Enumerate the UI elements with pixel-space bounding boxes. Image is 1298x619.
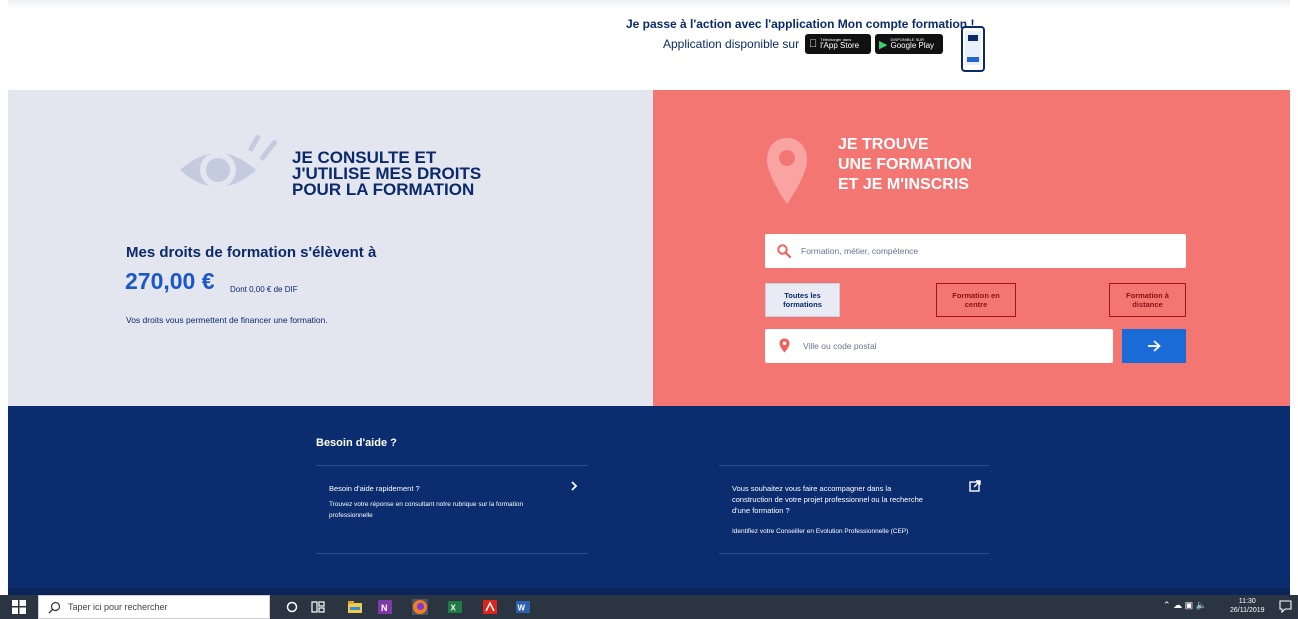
help-card-quick-title: Besoin d'aide rapidement ? [329, 484, 420, 493]
footer-bottom-strip [8, 588, 1290, 595]
firefox-icon[interactable] [412, 599, 428, 615]
app-store-badge[interactable]:  Télécharger dans l'App Store [805, 34, 871, 54]
taskbar-clock[interactable]: 11:30 26/11/2019 [1230, 597, 1265, 615]
tray-chevron-up-icon[interactable]: ⌃ [1163, 600, 1171, 610]
task-view-icon[interactable] [310, 599, 326, 615]
external-link-icon [969, 480, 981, 492]
app-store-text: Télécharger dans l'App Store [820, 38, 859, 50]
search-heading: JE TROUVE UNE FORMATION ET JE M'INSCRIS [838, 135, 972, 195]
help-card-cep-body: Identifiez votre Conseiller en Evolution… [732, 528, 909, 535]
play-icon: ▶ [879, 38, 888, 51]
file-explorer-icon[interactable] [347, 599, 363, 615]
svg-text:W: W [518, 604, 526, 613]
help-card-quick-body: Trouvez votre réponse en consultant notr… [329, 501, 524, 519]
search-panel: JE TROUVE UNE FORMATION ET JE M'INSCRIS … [653, 90, 1290, 406]
help-card-quick[interactable]: Besoin d'aide rapidement ? Trouvez votre… [316, 465, 588, 554]
search-heading-line-3: ET JE M'INSCRIS [838, 176, 969, 193]
eye-icon [180, 134, 277, 188]
cortana-icon[interactable] [284, 599, 300, 615]
excel-icon[interactable]: X [447, 599, 463, 615]
rights-panel: JE CONSULTE ET J'UTILISE MES DROITS POUR… [8, 90, 653, 406]
search-submit-button[interactable] [1122, 329, 1186, 363]
apple-icon:  [809, 38, 817, 50]
search-heading-line-1: JE TROUVE [838, 136, 929, 153]
rights-description: Vos droits vous permettent de financer u… [126, 315, 328, 325]
chevron-right-icon [571, 481, 578, 491]
taskbar-search-placeholder: Taper ici pour rechercher [68, 602, 168, 612]
search-icon [48, 601, 61, 614]
filter-all-trainings-button[interactable]: Toutes les formations [765, 283, 840, 317]
system-tray[interactable]: ⌃ ☁ ▣ 🔈 [1163, 600, 1223, 614]
volume-icon[interactable]: 🔈 [1196, 600, 1207, 610]
acrobat-icon[interactable] [482, 599, 498, 615]
phone-icon [961, 26, 985, 72]
dif-amount: Dont 0,00 € de DIF [230, 285, 298, 294]
taskbar-search[interactable]: Taper ici pour rechercher [38, 595, 270, 619]
rights-amount: 270,00 € [125, 268, 215, 294]
rights-title: Mes droits de formation s'élèvent à [126, 244, 377, 261]
notification-center-icon[interactable] [1279, 600, 1292, 613]
city-input[interactable] [803, 338, 1103, 354]
app-store-big: l'App Store [812, 41, 859, 50]
location-icon [779, 338, 790, 353]
google-play-text: DISPONIBLE SUR Google Play [890, 38, 934, 50]
search-heading-line-2: UNE FORMATION [838, 156, 972, 173]
rights-heading-line-3: POUR LA FORMATION [292, 180, 475, 199]
training-search-input[interactable] [801, 243, 1171, 259]
svg-text:X: X [451, 604, 457, 613]
top-shadow [8, 0, 1290, 10]
filter-centre-button[interactable]: Formation en centre [936, 283, 1016, 317]
svg-text:N: N [381, 603, 388, 613]
clock-date: 26/11/2019 [1230, 607, 1265, 614]
onedrive-icon[interactable]: ☁ [1173, 600, 1182, 610]
windows-taskbar: Taper ici pour rechercher N X W ⌃ ☁ ▣ 🔈 … [0, 595, 1298, 619]
help-card-cep-title: Vous souhaitez vous faire accompagner da… [732, 484, 923, 515]
help-title: Besoin d'aide ? [316, 437, 397, 449]
arrow-right-icon [1148, 340, 1161, 352]
word-icon[interactable]: W [515, 599, 531, 615]
page: Je passe à l'action avec l'application M… [0, 0, 1298, 619]
location-pin-icon [767, 138, 807, 204]
network-icon[interactable]: ▣ [1185, 600, 1194, 610]
onenote-icon[interactable]: N [377, 599, 393, 615]
app-banner-title: Je passe à l'action avec l'application M… [626, 17, 975, 31]
city-search-box [765, 329, 1113, 363]
filter-distance-button[interactable]: Formation à distance [1109, 283, 1186, 317]
training-search-box [765, 234, 1186, 268]
help-card-cep[interactable]: Vous souhaitez vous faire accompagner da… [719, 465, 989, 554]
search-icon [777, 244, 791, 258]
google-play-big: Google Play [890, 41, 935, 50]
google-play-badge[interactable]: ▶ DISPONIBLE SUR Google Play [875, 34, 943, 54]
help-footer: Besoin d'aide ? Besoin d'aide rapidement… [8, 406, 1290, 595]
windows-start-icon[interactable] [12, 600, 26, 614]
app-available-text: Application disponible sur [663, 37, 800, 51]
rights-heading: JE CONSULTE ET J'UTILISE MES DROITS POUR… [292, 149, 481, 199]
clock-time: 11:30 [1238, 598, 1256, 605]
